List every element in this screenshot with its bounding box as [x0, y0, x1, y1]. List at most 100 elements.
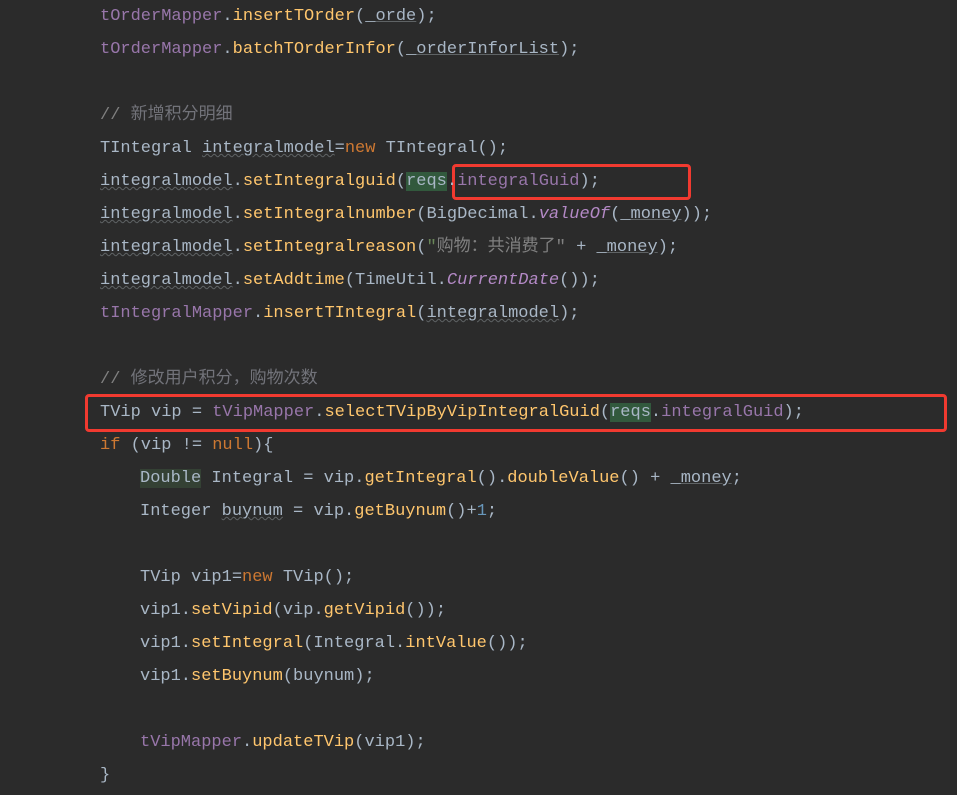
token: setIntegralreason: [243, 238, 416, 257]
token: vip1.: [140, 601, 191, 620]
token: integralmodel: [100, 172, 233, 191]
code-line[interactable]: TVip vip1=new TVip();: [0, 561, 957, 594]
token: getVipid: [324, 601, 406, 620]
token: intValue: [405, 634, 487, 653]
token: insertTIntegral: [263, 304, 416, 323]
token: selectTVipByVipIntegralGuid: [324, 403, 599, 422]
token: () +: [620, 469, 671, 488]
token: Integral = vip.: [201, 469, 364, 488]
token: new: [242, 568, 273, 587]
token: insertTOrder: [233, 7, 355, 26]
token: = vip.: [283, 502, 354, 521]
token: 1: [477, 502, 487, 521]
token: ());: [559, 271, 600, 290]
token: .: [222, 7, 232, 26]
token: ));: [682, 205, 713, 224]
token: setIntegral: [191, 634, 303, 653]
code-line[interactable]: tOrderMapper.insertTOrder(_orde);: [0, 0, 957, 33]
token: _money: [596, 238, 657, 257]
code-line[interactable]: integralmodel.setIntegralguid(reqs.integ…: [0, 165, 957, 198]
token: tOrderMapper: [100, 7, 222, 26]
token: TIntegral();: [375, 139, 508, 158]
token: //: [100, 370, 131, 389]
token: ());: [487, 634, 528, 653]
token: getIntegral: [364, 469, 476, 488]
token: setIntegralguid: [243, 172, 396, 191]
token: 新增积分明细: [131, 106, 233, 125]
token: ()+: [446, 502, 477, 521]
code-line[interactable]: [0, 66, 957, 99]
code-line[interactable]: }: [0, 759, 957, 792]
token: CurrentDate: [447, 271, 559, 290]
token: (vip !=: [120, 436, 212, 455]
token: );: [580, 172, 600, 191]
token: (: [600, 403, 610, 422]
token: .: [222, 40, 232, 59]
code-line[interactable]: // 新增积分明细: [0, 99, 957, 132]
token: vip1.: [140, 634, 191, 653]
token: integralmodel: [100, 205, 233, 224]
token: (: [396, 172, 406, 191]
code-editor[interactable]: tOrderMapper.insertTOrder(_orde); tOrder…: [0, 0, 957, 795]
token: _money: [671, 469, 732, 488]
token: TVip vip =: [100, 403, 212, 422]
token: .: [447, 172, 457, 191]
token: TVip vip1=: [140, 568, 242, 587]
code-line[interactable]: // 修改用户积分，购物次数: [0, 363, 957, 396]
token: );: [658, 238, 678, 257]
token: integralmodel: [202, 139, 335, 158]
token: ;: [732, 469, 742, 488]
token: vip1.: [140, 667, 191, 686]
code-line[interactable]: integralmodel.setIntegralreason("购物：共消费了…: [0, 231, 957, 264]
token: TVip();: [273, 568, 355, 587]
token: .: [253, 304, 263, 323]
token: reqs: [406, 172, 447, 191]
code-line[interactable]: TIntegral integralmodel=new TIntegral();: [0, 132, 957, 165]
token: (buynum);: [283, 667, 375, 686]
token: );: [559, 304, 579, 323]
token: null: [212, 436, 253, 455]
code-line[interactable]: Double Integral = vip.getIntegral().doub…: [0, 462, 957, 495]
token: new: [345, 139, 376, 158]
token: (vip.: [273, 601, 324, 620]
token: );: [784, 403, 804, 422]
token: integralGuid: [661, 403, 783, 422]
token: integralGuid: [457, 172, 579, 191]
token: ());: [405, 601, 446, 620]
token: .: [651, 403, 661, 422]
code-line[interactable]: tIntegralMapper.insertTIntegral(integral…: [0, 297, 957, 330]
code-line[interactable]: integralmodel.setIntegralnumber(BigDecim…: [0, 198, 957, 231]
code-line[interactable]: vip1.setBuynum(buynum);: [0, 660, 957, 693]
token: integralmodel: [100, 271, 233, 290]
token: .: [233, 238, 243, 257]
code-line[interactable]: TVip vip = tVipMapper.selectTVipByVipInt…: [0, 396, 957, 429]
token: ;: [487, 502, 497, 521]
token: ){: [253, 436, 273, 455]
code-line[interactable]: vip1.setIntegral(Integral.intValue());: [0, 627, 957, 660]
token: updateTVip: [252, 733, 354, 752]
code-line[interactable]: tVipMapper.updateTVip(vip1);: [0, 726, 957, 759]
token: integralmodel: [426, 304, 559, 323]
token: integralmodel: [100, 238, 233, 257]
token: );: [559, 40, 579, 59]
code-line[interactable]: [0, 330, 957, 363]
token: batchTOrderInfor: [233, 40, 396, 59]
token: ().: [477, 469, 508, 488]
token: (: [396, 40, 406, 59]
code-line[interactable]: integralmodel.setAddtime(TimeUtil.Curren…: [0, 264, 957, 297]
code-line[interactable]: [0, 528, 957, 561]
code-line[interactable]: if (vip != null){: [0, 429, 957, 462]
code-line[interactable]: [0, 693, 957, 726]
code-line[interactable]: Integer buynum = vip.getBuynum()+1;: [0, 495, 957, 528]
token: Integer: [140, 502, 222, 521]
token: (: [355, 7, 365, 26]
token: tVipMapper: [140, 733, 242, 752]
code-line[interactable]: tOrderMapper.batchTOrderInfor(_orderInfo…: [0, 33, 957, 66]
token: setAddtime: [243, 271, 345, 290]
token: setBuynum: [191, 667, 283, 686]
token: tOrderMapper: [100, 40, 222, 59]
code-line[interactable]: vip1.setVipid(vip.getVipid());: [0, 594, 957, 627]
token: valueOf: [539, 205, 610, 224]
token: (: [416, 304, 426, 323]
token: }: [100, 766, 110, 785]
